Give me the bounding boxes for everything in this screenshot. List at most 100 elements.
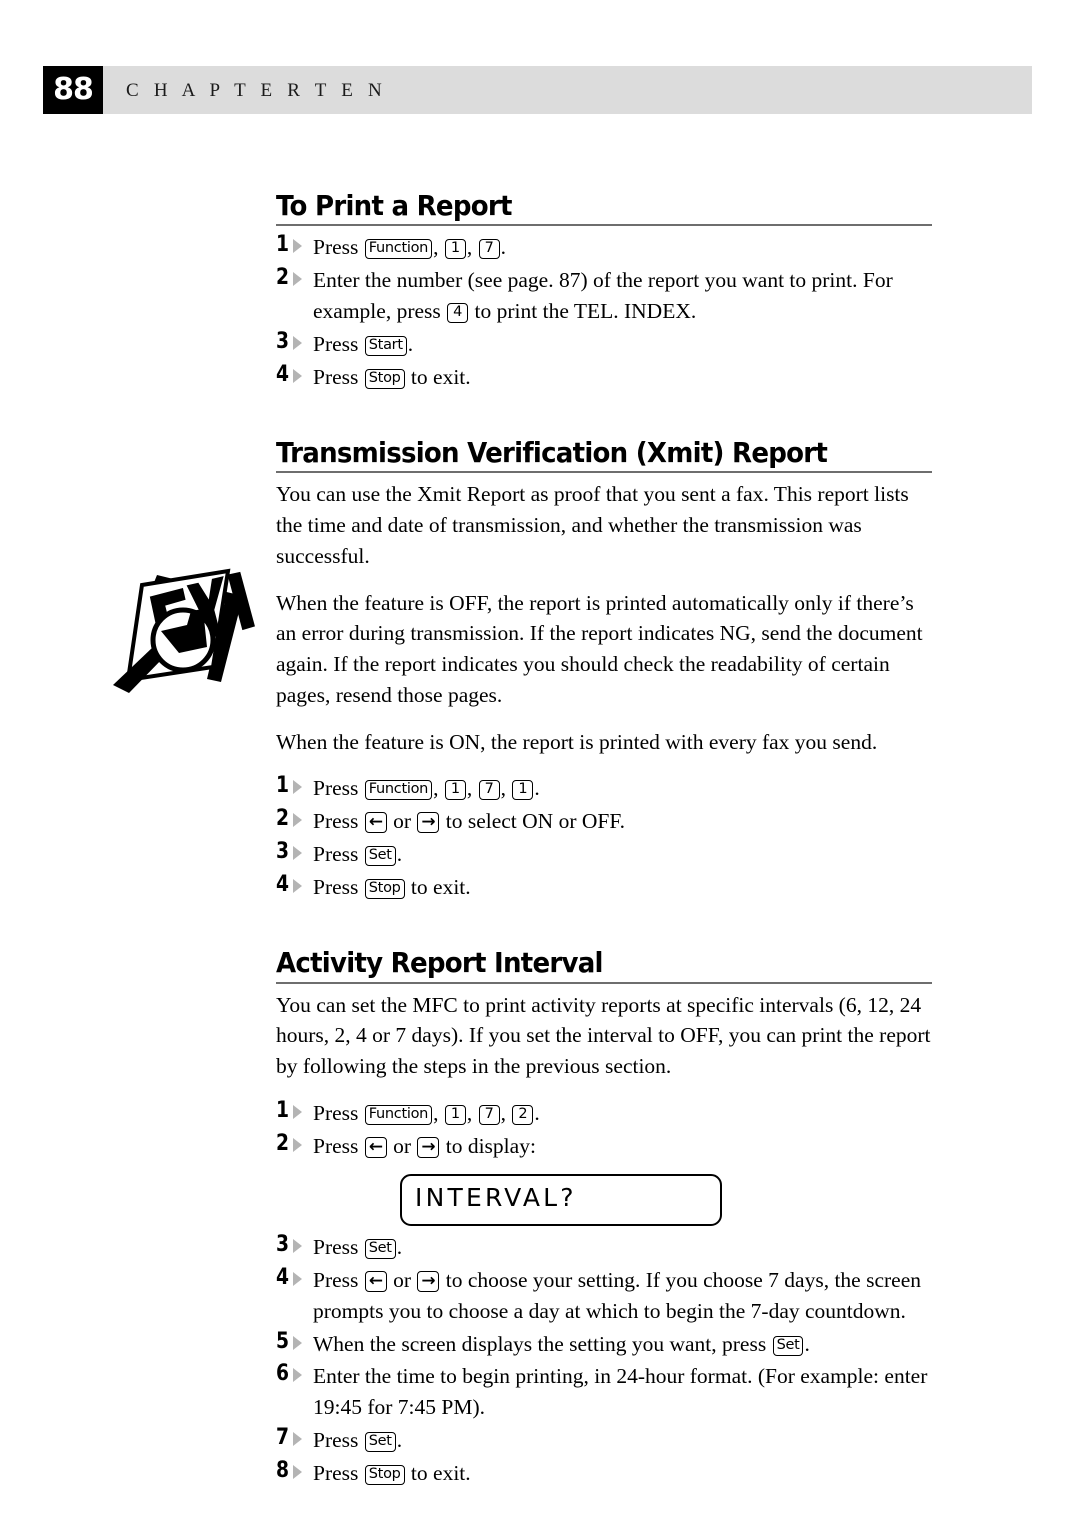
step-number: 5	[276, 1328, 290, 1354]
step-triangle-icon	[293, 1104, 302, 1119]
step-text: Press Stop to exit.	[313, 875, 471, 900]
step-marker: 6	[276, 1361, 309, 1388]
step-list: 1 Press Function, 1, 7. 2 Enter the numb…	[276, 232, 936, 393]
key-start[interactable]: Start	[364, 336, 407, 357]
step-item: 1 Press Function, 1, 7, 1.	[276, 773, 936, 804]
key-set[interactable]: Set	[364, 1238, 396, 1259]
step-list: 1 Press Function, 1, 7, 2. 2 Press ← or …	[276, 1098, 936, 1490]
step-marker: 3	[276, 839, 309, 866]
step-marker: 4	[276, 362, 309, 389]
step-text: Enter the time to begin printing, in 24-…	[313, 1364, 928, 1420]
section-to-print-a-report: To Print a Report 1 Press Function, 1, 7…	[276, 190, 936, 393]
step-item: 2 Enter the number (see page. 87) of the…	[276, 265, 936, 327]
step-marker: 4	[276, 872, 309, 899]
step-marker: 7	[276, 1425, 309, 1452]
step-item: 2 Press ← or → to select ON or OFF.	[276, 806, 936, 837]
key-arrow-left-icon[interactable]: ←	[364, 812, 387, 834]
step-text: Press Set.	[313, 1428, 403, 1453]
key-function[interactable]: Function	[364, 1104, 433, 1125]
step-number: 2	[276, 265, 290, 291]
step-triangle-icon	[293, 272, 302, 287]
key-function[interactable]: Function	[364, 239, 433, 260]
key-arrow-right-icon[interactable]: →	[417, 812, 440, 834]
step-item: 7 Press Set.	[276, 1425, 936, 1456]
step-number: 1	[276, 232, 290, 258]
step-triangle-icon	[293, 1465, 302, 1480]
paragraph: When the feature is ON, the report is pr…	[276, 729, 878, 754]
key-stop[interactable]: Stop	[364, 879, 405, 900]
key-stop[interactable]: Stop	[364, 369, 405, 390]
step-triangle-icon	[293, 336, 302, 351]
step-text: Press ← or → to display:	[313, 1133, 536, 1158]
step-text: Press ← or → to select ON or OFF.	[313, 809, 625, 834]
key-1[interactable]: 1	[444, 239, 466, 260]
step-text: Press Stop to exit.	[313, 1461, 471, 1486]
key-1[interactable]: 1	[512, 780, 534, 801]
section-rule	[276, 224, 932, 227]
key-set[interactable]: Set	[772, 1335, 804, 1356]
step-triangle-icon	[293, 1432, 302, 1447]
chapter-label: C H A P T E R T E N	[126, 80, 387, 101]
step-marker: 1	[276, 1098, 309, 1125]
key-arrow-left-icon[interactable]: ←	[364, 1136, 387, 1158]
key-1[interactable]: 1	[444, 780, 466, 801]
step-marker: 1	[276, 232, 309, 259]
step-text: Press Stop to exit.	[313, 365, 471, 390]
step-number: 4	[276, 1264, 290, 1290]
step-marker: 3	[276, 329, 309, 356]
section-heading: Activity Report Interval	[276, 946, 603, 980]
step-text: Press Set.	[313, 842, 403, 867]
step-item: 3 Press Start.	[276, 329, 936, 360]
step-number: 3	[276, 1231, 290, 1257]
step-text: Press ← or → to choose your setting. If …	[313, 1267, 922, 1323]
key-set[interactable]: Set	[364, 1432, 396, 1453]
step-text: Press Start.	[313, 332, 414, 357]
step-triangle-icon	[293, 879, 302, 894]
step-marker: 5	[276, 1329, 309, 1356]
step-number: 2	[276, 806, 290, 832]
step-triangle-icon	[293, 1368, 302, 1383]
key-7[interactable]: 7	[478, 1104, 500, 1125]
step-triangle-icon	[293, 239, 302, 254]
step-text: Press Function, 1, 7, 1.	[313, 776, 540, 801]
step-item: 4 Press ← or → to choose your setting. I…	[276, 1265, 936, 1327]
key-set[interactable]: Set	[364, 846, 396, 867]
section-heading: Transmission Verification (Xmit) Report	[276, 436, 828, 470]
section-transmission-verification: Transmission Verification (Xmit) Report …	[276, 437, 936, 903]
step-number: 3	[276, 839, 290, 865]
step-marker: 3	[276, 1232, 309, 1259]
section-rule	[276, 981, 932, 984]
key-4[interactable]: 4	[447, 303, 469, 324]
paragraph: You can use the Xmit Report as proof tha…	[276, 482, 909, 568]
step-item: 1 Press Function, 1, 7.	[276, 232, 936, 263]
key-arrow-right-icon[interactable]: →	[417, 1136, 440, 1158]
step-triangle-icon	[293, 1238, 302, 1253]
key-stop[interactable]: Stop	[364, 1465, 405, 1486]
step-item: 1 Press Function, 1, 7, 2.	[276, 1098, 936, 1129]
step-marker: 2	[276, 1131, 309, 1158]
key-7[interactable]: 7	[478, 780, 500, 801]
key-1[interactable]: 1	[444, 1104, 466, 1125]
key-arrow-left-icon[interactable]: ←	[364, 1270, 387, 1292]
step-item: 3 Press Set.	[276, 1232, 936, 1263]
step-number: 7	[276, 1425, 290, 1451]
lcd-display: INTERVAL?	[400, 1173, 722, 1226]
step-item: 4 Press Stop to exit.	[276, 872, 936, 903]
key-arrow-right-icon[interactable]: →	[417, 1270, 440, 1292]
key-7[interactable]: 7	[478, 239, 500, 260]
step-number: 1	[276, 1097, 290, 1123]
key-function[interactable]: Function	[364, 780, 433, 801]
step-triangle-icon	[293, 780, 302, 795]
lcd-display-wrapper: INTERVAL?	[400, 1173, 936, 1226]
key-2[interactable]: 2	[512, 1104, 534, 1125]
step-triangle-icon	[293, 1137, 302, 1152]
step-number: 8	[276, 1458, 290, 1484]
page-header: 88 C H A P T E R T E N	[43, 66, 1032, 114]
content-column: To Print a Report 1 Press Function, 1, 7…	[276, 190, 936, 1491]
fyi-icon	[95, 563, 255, 698]
step-number: 6	[276, 1361, 290, 1387]
step-triangle-icon	[293, 369, 302, 384]
step-item: 6 Enter the time to begin printing, in 2…	[276, 1361, 936, 1423]
